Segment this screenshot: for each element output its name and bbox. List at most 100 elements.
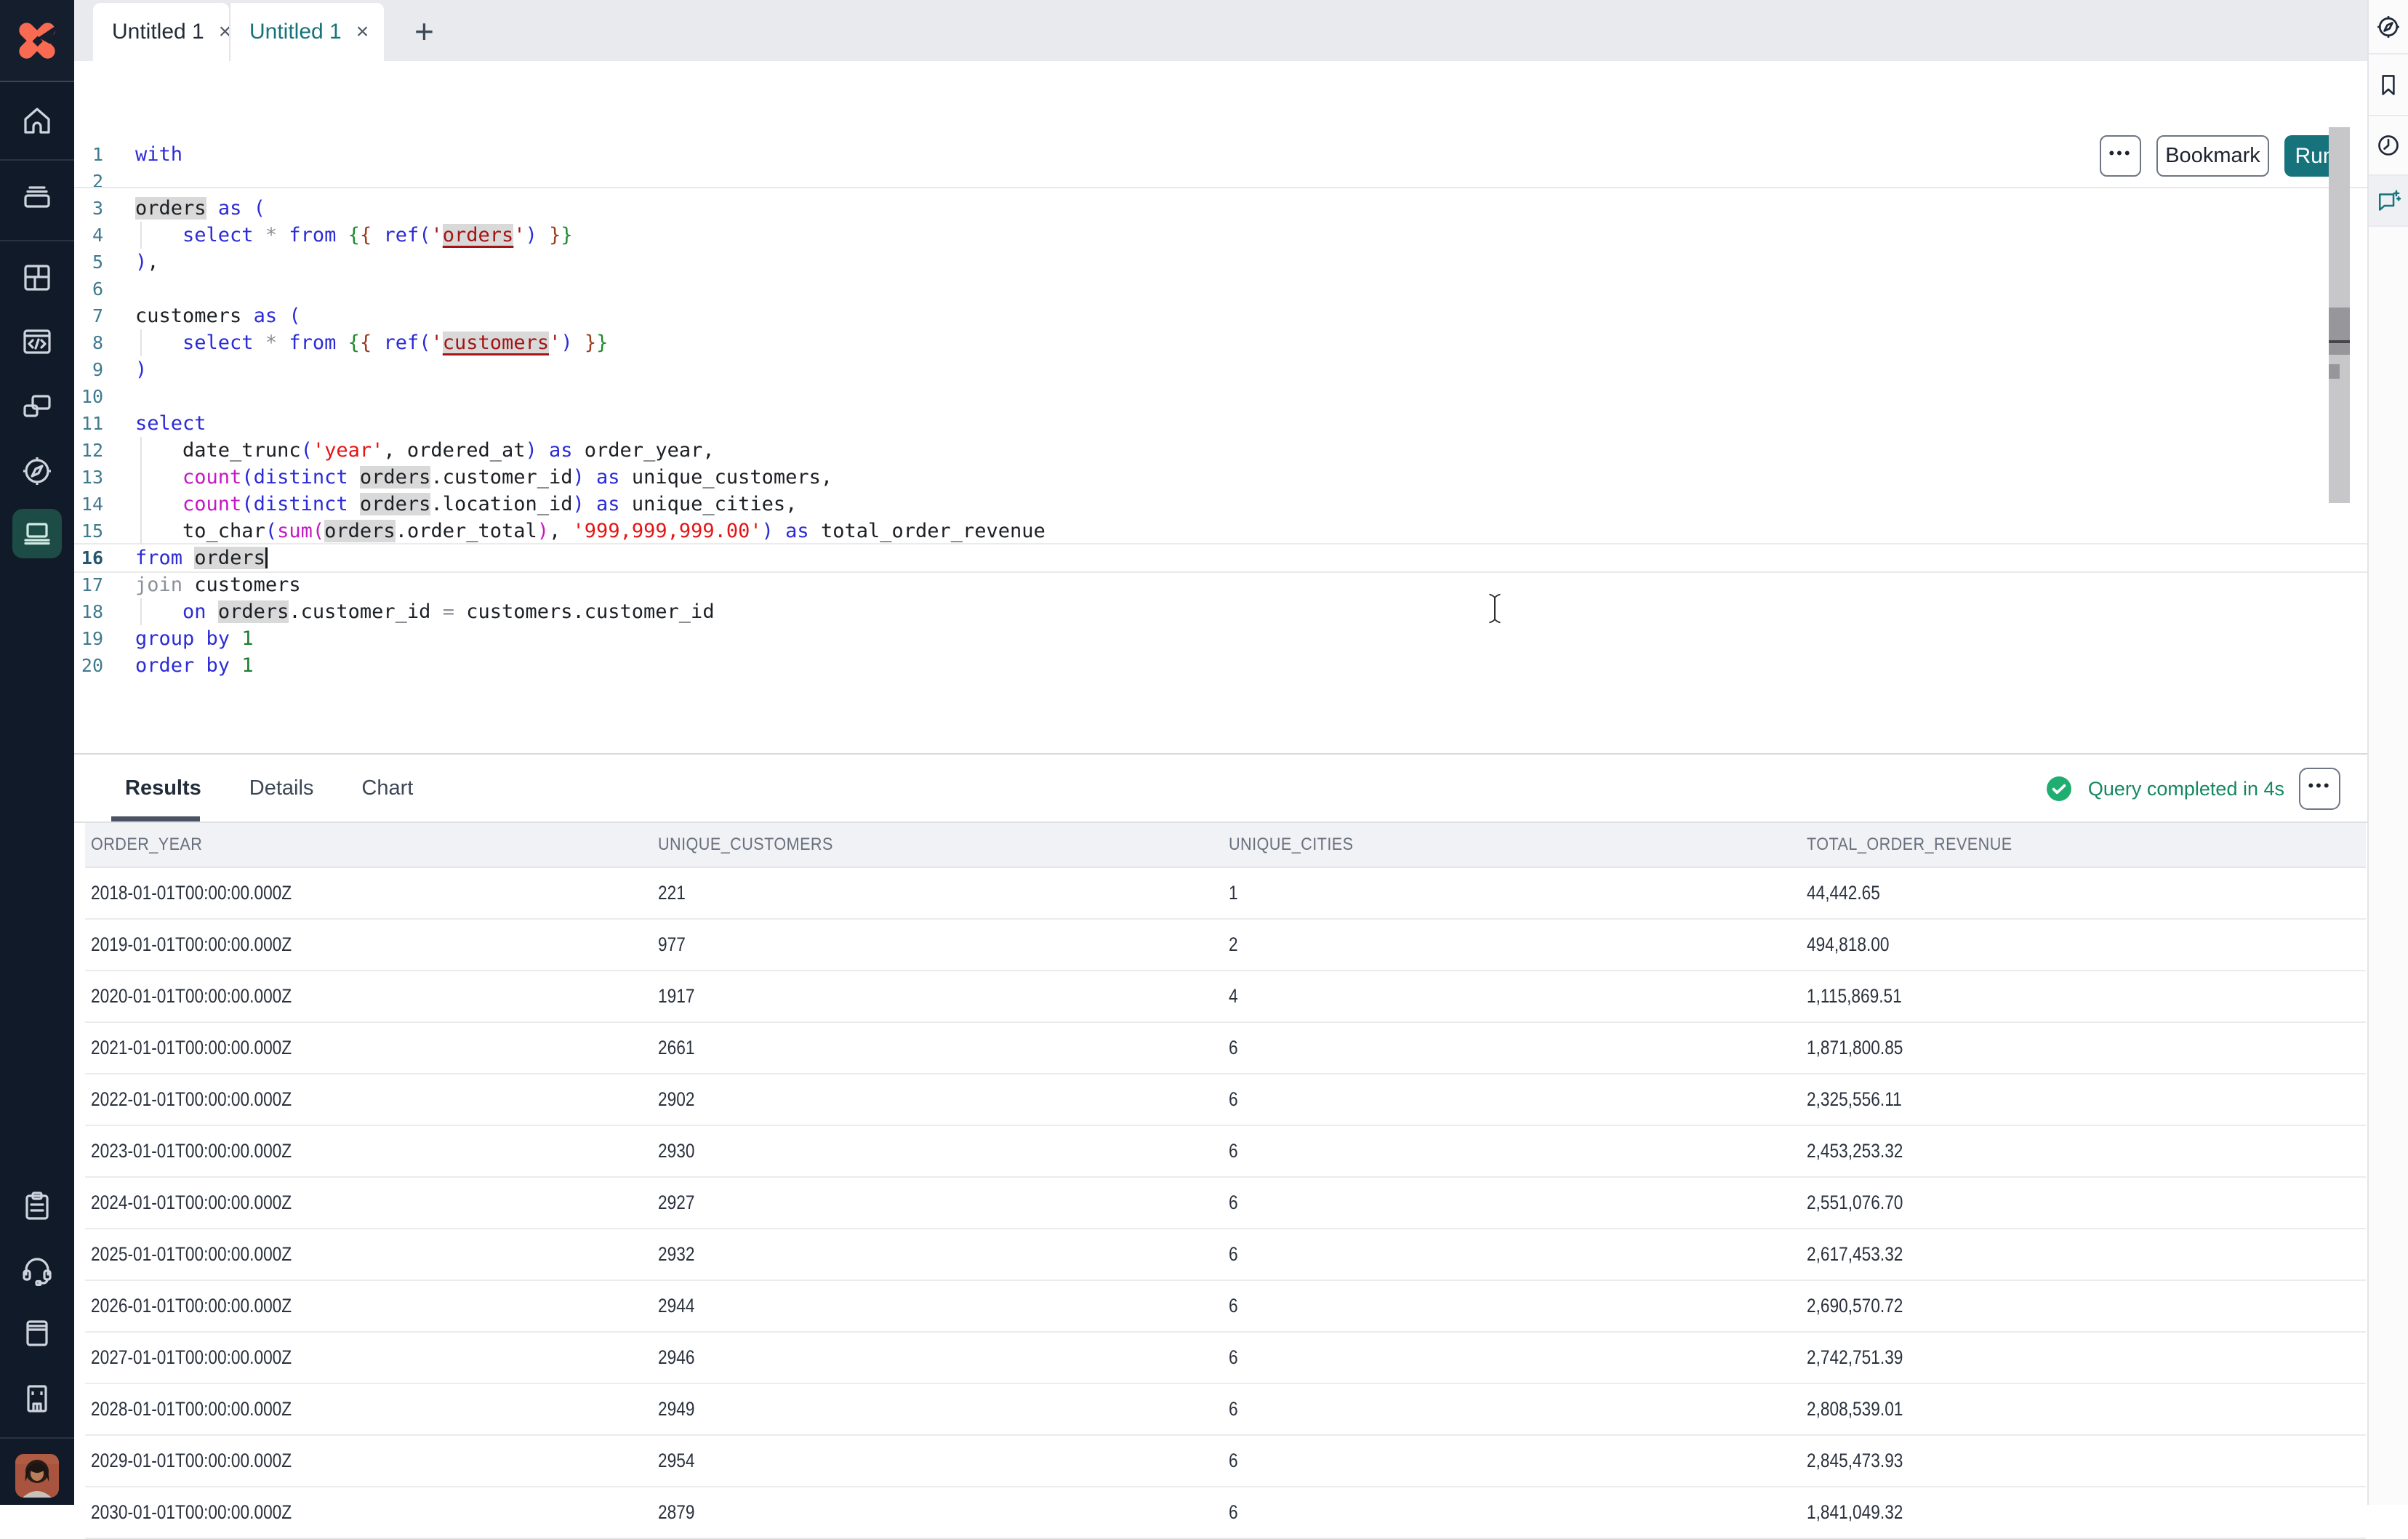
- table-cell: 221: [652, 882, 1223, 904]
- rail-item-bookmarks[interactable]: [2369, 55, 2408, 116]
- tab-label: Untitled 1: [249, 20, 342, 44]
- left-sidebar: [0, 0, 74, 1505]
- table-cell: 2,845,473.93: [1801, 1450, 2366, 1472]
- line-number: 17: [74, 571, 135, 598]
- table-row[interactable]: 2020-01-01T00:00:00.000Z191741,115,869.5…: [85, 971, 2366, 1023]
- table-cell: 2020-01-01T00:00:00.000Z: [85, 985, 652, 1008]
- sidebar-item-dashboards[interactable]: [20, 261, 54, 294]
- table-cell: 2025-01-01T00:00:00.000Z: [85, 1243, 652, 1266]
- table-row[interactable]: 2019-01-01T00:00:00.000Z9772494,818.00: [85, 920, 2366, 971]
- app-logo[interactable]: [0, 0, 74, 82]
- table-row[interactable]: 2029-01-01T00:00:00.000Z295462,845,473.9…: [85, 1436, 2366, 1487]
- line-number: 14: [74, 491, 135, 518]
- compass-icon: [2375, 14, 2401, 40]
- sidebar-item-home[interactable]: [20, 104, 54, 137]
- sidebar-item-organization[interactable]: [20, 1382, 54, 1415]
- sidebar-divider: [0, 159, 74, 161]
- table-cell: 2024-01-01T00:00:00.000Z: [85, 1192, 652, 1214]
- code-line: 3orders as (: [74, 195, 2367, 222]
- table-cell: 2,742,751.39: [1801, 1346, 2366, 1369]
- sidebar-item-inbox[interactable]: [20, 181, 54, 214]
- line-number: 18: [74, 598, 135, 625]
- table-cell: 2661: [652, 1037, 1223, 1059]
- query-status-text: Query completed in 4s: [2088, 778, 2284, 800]
- sidebar-item-support[interactable]: [20, 1253, 54, 1286]
- tab-label: Untitled 1: [112, 20, 204, 44]
- sidebar-item-docs[interactable]: [20, 1317, 54, 1350]
- bookmark-button[interactable]: Bookmark: [2156, 135, 2269, 177]
- code-line: 12 date_trunc('year', ordered_at) as ord…: [74, 437, 2367, 464]
- sidebar-item-terminal-active[interactable]: [12, 509, 62, 558]
- table-row[interactable]: 2028-01-01T00:00:00.000Z294962,808,539.0…: [85, 1384, 2366, 1436]
- sidebar-item-explore[interactable]: [20, 454, 54, 488]
- tab-results[interactable]: Results: [125, 776, 201, 800]
- sidebar-item-code-editor[interactable]: [20, 325, 54, 358]
- line-number: 20: [74, 652, 135, 679]
- rail-item-ai-chat-active[interactable]: [2369, 176, 2408, 227]
- user-avatar[interactable]: [15, 1454, 59, 1498]
- table-cell: 2019-01-01T00:00:00.000Z: [85, 933, 652, 956]
- table-row[interactable]: 2021-01-01T00:00:00.000Z266161,871,800.8…: [85, 1023, 2366, 1074]
- tab-details[interactable]: Details: [249, 776, 314, 800]
- table-cell: 2029-01-01T00:00:00.000Z: [85, 1450, 652, 1472]
- table-cell: 2027-01-01T00:00:00.000Z: [85, 1346, 652, 1369]
- table-row[interactable]: 2024-01-01T00:00:00.000Z292762,551,076.7…: [85, 1178, 2366, 1229]
- code-line: 2: [74, 168, 2367, 195]
- line-number: 3: [74, 195, 135, 222]
- compass-icon: [20, 454, 54, 488]
- table-row[interactable]: 2025-01-01T00:00:00.000Z293262,617,453.3…: [85, 1229, 2366, 1281]
- table-row[interactable]: 2022-01-01T00:00:00.000Z290262,325,556.1…: [85, 1074, 2366, 1126]
- tab-untitled-1[interactable]: Untitled 1 ×: [93, 3, 229, 61]
- column-header: UNIQUE_CITIES: [1223, 835, 1801, 855]
- code-line: 10: [74, 383, 2367, 410]
- scrollbar-thumb[interactable]: [2329, 308, 2350, 355]
- sidebar-item-apps[interactable]: [20, 390, 54, 424]
- table-cell: 2932: [652, 1243, 1223, 1266]
- check-circle-icon: [2046, 776, 2072, 802]
- editor-more-button[interactable]: •••: [2100, 135, 2141, 177]
- table-cell: 2944: [652, 1295, 1223, 1317]
- code-line: 17join customers: [74, 571, 2367, 598]
- line-number: 19: [74, 625, 135, 652]
- code-line: 7customers as (: [74, 302, 2367, 329]
- table-row[interactable]: 2023-01-01T00:00:00.000Z293062,453,253.3…: [85, 1126, 2366, 1178]
- code-line: 19group by 1: [74, 625, 2367, 652]
- table-cell: 494,818.00: [1801, 933, 2366, 956]
- active-tab-underline: [111, 816, 200, 821]
- table-cell: 1,115,869.51: [1801, 985, 2366, 1008]
- code-line: 15 to_char(sum(orders.order_total), '999…: [74, 518, 2367, 545]
- clipboard-icon: [20, 1189, 54, 1223]
- table-row[interactable]: 2018-01-01T00:00:00.000Z221144,442.65: [85, 868, 2366, 920]
- rail-item-history[interactable]: [2369, 116, 2408, 176]
- new-tab-button[interactable]: +: [414, 15, 434, 48]
- laptop-icon: [20, 516, 55, 551]
- table-cell: 6: [1223, 1450, 1801, 1472]
- rail-item-explore[interactable]: [2369, 0, 2408, 55]
- code-lines: 1with23orders as (4 select * from {{ ref…: [74, 61, 2367, 679]
- code-line: 4 select * from {{ ref('orders') }}: [74, 222, 2367, 249]
- tab-close-icon[interactable]: ×: [356, 21, 369, 43]
- line-number: 2: [74, 168, 135, 195]
- table-row[interactable]: 2030-01-01T00:00:00.000Z287961,841,049.3…: [85, 1487, 2366, 1539]
- line-number: 16: [74, 545, 135, 571]
- table-cell: 6: [1223, 1140, 1801, 1162]
- tab-chart[interactable]: Chart: [361, 776, 413, 800]
- sql-editor[interactable]: ••• Bookmark Run 1with23orders as (4 sel…: [74, 61, 2367, 753]
- table-row[interactable]: 2027-01-01T00:00:00.000Z294662,742,751.3…: [85, 1333, 2366, 1384]
- sidebar-item-changelog[interactable]: [20, 1189, 54, 1223]
- table-cell: 2954: [652, 1450, 1223, 1472]
- table-cell: 977: [652, 933, 1223, 956]
- table-cell: 6: [1223, 1192, 1801, 1214]
- table-cell: 6: [1223, 1243, 1801, 1266]
- editor-scrollbar[interactable]: [2329, 127, 2350, 503]
- results-more-button[interactable]: •••: [2299, 768, 2340, 810]
- code-line: 5),: [74, 249, 2367, 276]
- table-cell: 44,442.65: [1801, 882, 2366, 904]
- tab-untitled-2-active[interactable]: Untitled 1 ×: [229, 3, 384, 61]
- table-cell: 2,617,453.32: [1801, 1243, 2366, 1266]
- table-cell: 6: [1223, 1037, 1801, 1059]
- table-row[interactable]: 2026-01-01T00:00:00.000Z294462,690,570.7…: [85, 1281, 2366, 1333]
- code-line: 20order by 1: [74, 652, 2367, 679]
- tab-strip: Untitled 1 × Untitled 1 × +: [74, 0, 2367, 61]
- building-icon: [20, 1382, 54, 1415]
